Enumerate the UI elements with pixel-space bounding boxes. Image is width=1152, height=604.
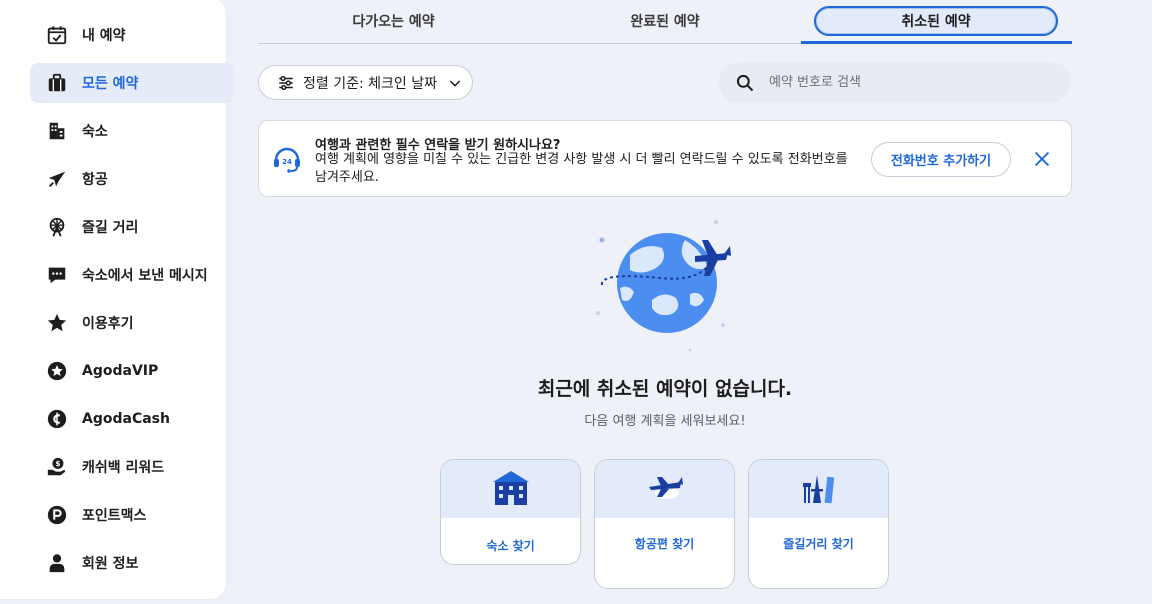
sidebar-item-label: 항공 <box>82 172 108 188</box>
find-activities-card[interactable]: 즐길거리 찾기 <box>748 459 889 589</box>
hotel-icon <box>491 469 531 509</box>
tab-cancelled[interactable]: 취소된 예약 <box>814 6 1058 36</box>
vip-star-icon <box>46 360 68 382</box>
chat-icon <box>46 264 68 286</box>
sidebar-item-all-bookings[interactable]: 모든 예약 <box>30 63 234 103</box>
briefcase-icon <box>46 72 68 94</box>
close-icon[interactable] <box>1031 148 1053 170</box>
card-label: 항공편 찾기 <box>634 537 695 551</box>
cash-icon <box>46 408 68 430</box>
tab-completed[interactable]: 완료된 예약 <box>529 6 801 36</box>
sidebar-item-activities[interactable]: 즐길 거리 <box>30 207 234 247</box>
building-icon <box>46 120 68 142</box>
sidebar-item-messages[interactable]: 숙소에서 보낸 메시지 <box>30 255 234 295</box>
sidebar-item-agodavip[interactable]: AgodaVIP <box>30 351 234 391</box>
sidebar-item-label: 모든 예약 <box>82 76 139 92</box>
card-illustration <box>749 460 888 518</box>
search-input[interactable] <box>769 75 1049 90</box>
card-illustration <box>595 460 734 518</box>
svg-text:$: $ <box>55 459 60 468</box>
svg-text:24: 24 <box>282 158 292 166</box>
sidebar-item-agodacash[interactable]: AgodaCash <box>30 399 234 439</box>
card-illustration <box>441 460 580 518</box>
sort-label: 정렬 기준: 체크인 날짜 <box>303 75 437 92</box>
sidebar-item-label: 캐쉬백 리워드 <box>82 460 165 476</box>
booking-search <box>719 62 1071 103</box>
booking-tabs: 다가오는 예약 완료된 예약 취소된 예약 <box>258 0 1072 44</box>
sidebar-item-my-bookings[interactable]: 내 예약 <box>30 15 234 55</box>
sidebar-item-pointsmax[interactable]: 포인트맥스 <box>30 495 234 535</box>
sidebar-item-label: 숙소 <box>82 124 108 140</box>
tab-active-indicator <box>801 41 1072 44</box>
card-label: 숙소 찾기 <box>486 539 535 553</box>
tab-upcoming[interactable]: 다가오는 예약 <box>258 6 529 36</box>
sidebar-item-label: 포인트맥스 <box>82 508 147 524</box>
banner-body: 여행 계획에 영향을 미칠 수 있는 긴급한 변경 사항 발생 시 더 빨리 연… <box>315 152 848 185</box>
star-icon <box>46 312 68 334</box>
chevron-down-icon <box>447 75 463 91</box>
sort-dropdown[interactable]: 정렬 기준: 체크인 날짜 <box>258 65 473 100</box>
sliders-icon <box>277 74 295 92</box>
ferris-wheel-icon <box>46 216 68 238</box>
phone-banner: 24 여행과 관련한 필수 연락을 받기 원하시나요? 여행 계획에 영향을 미… <box>258 120 1072 197</box>
sidebar-item-label: 회원 정보 <box>82 556 139 572</box>
sidebar-item-properties[interactable]: 숙소 <box>30 111 234 151</box>
sidebar-item-label: 숙소에서 보낸 메시지 <box>82 268 208 284</box>
empty-state-title: 최근에 취소된 예약이 없습니다. <box>537 378 793 400</box>
globe-airplane-illustration <box>590 210 740 355</box>
search-icon <box>735 73 755 93</box>
airplane-icon <box>645 469 685 509</box>
sidebar-item-label: 이용후기 <box>82 316 134 332</box>
sidebar-item-flights[interactable]: 항공 <box>30 159 234 199</box>
empty-state-subtitle: 다음 여행 계획을 세워보세요! <box>584 414 746 429</box>
sidebar-item-profile[interactable]: 회원 정보 <box>30 543 234 583</box>
landmarks-icon <box>799 469 839 509</box>
airplane-icon <box>46 168 68 190</box>
sidebar-item-label: AgodaCash <box>82 411 170 427</box>
person-icon <box>46 552 68 574</box>
find-property-card[interactable]: 숙소 찾기 <box>440 459 581 565</box>
headset-24-icon: 24 <box>271 143 303 179</box>
calendar-check-icon <box>46 24 68 46</box>
cashback-icon: $ <box>46 456 68 478</box>
find-flights-card[interactable]: 항공편 찾기 <box>594 459 735 589</box>
sidebar-item-cashback[interactable]: $ 캐쉬백 리워드 <box>30 447 234 487</box>
sidebar-item-label: 즐길 거리 <box>82 220 139 236</box>
sidebar-item-label: AgodaVIP <box>82 363 159 379</box>
pointsmax-icon <box>46 504 68 526</box>
card-label: 즐길거리 찾기 <box>783 537 854 551</box>
sidebar-item-reviews[interactable]: 이용후기 <box>30 303 234 343</box>
add-phone-button[interactable]: 전화번호 추가하기 <box>871 142 1011 177</box>
sidebar-item-label: 내 예약 <box>82 28 126 44</box>
